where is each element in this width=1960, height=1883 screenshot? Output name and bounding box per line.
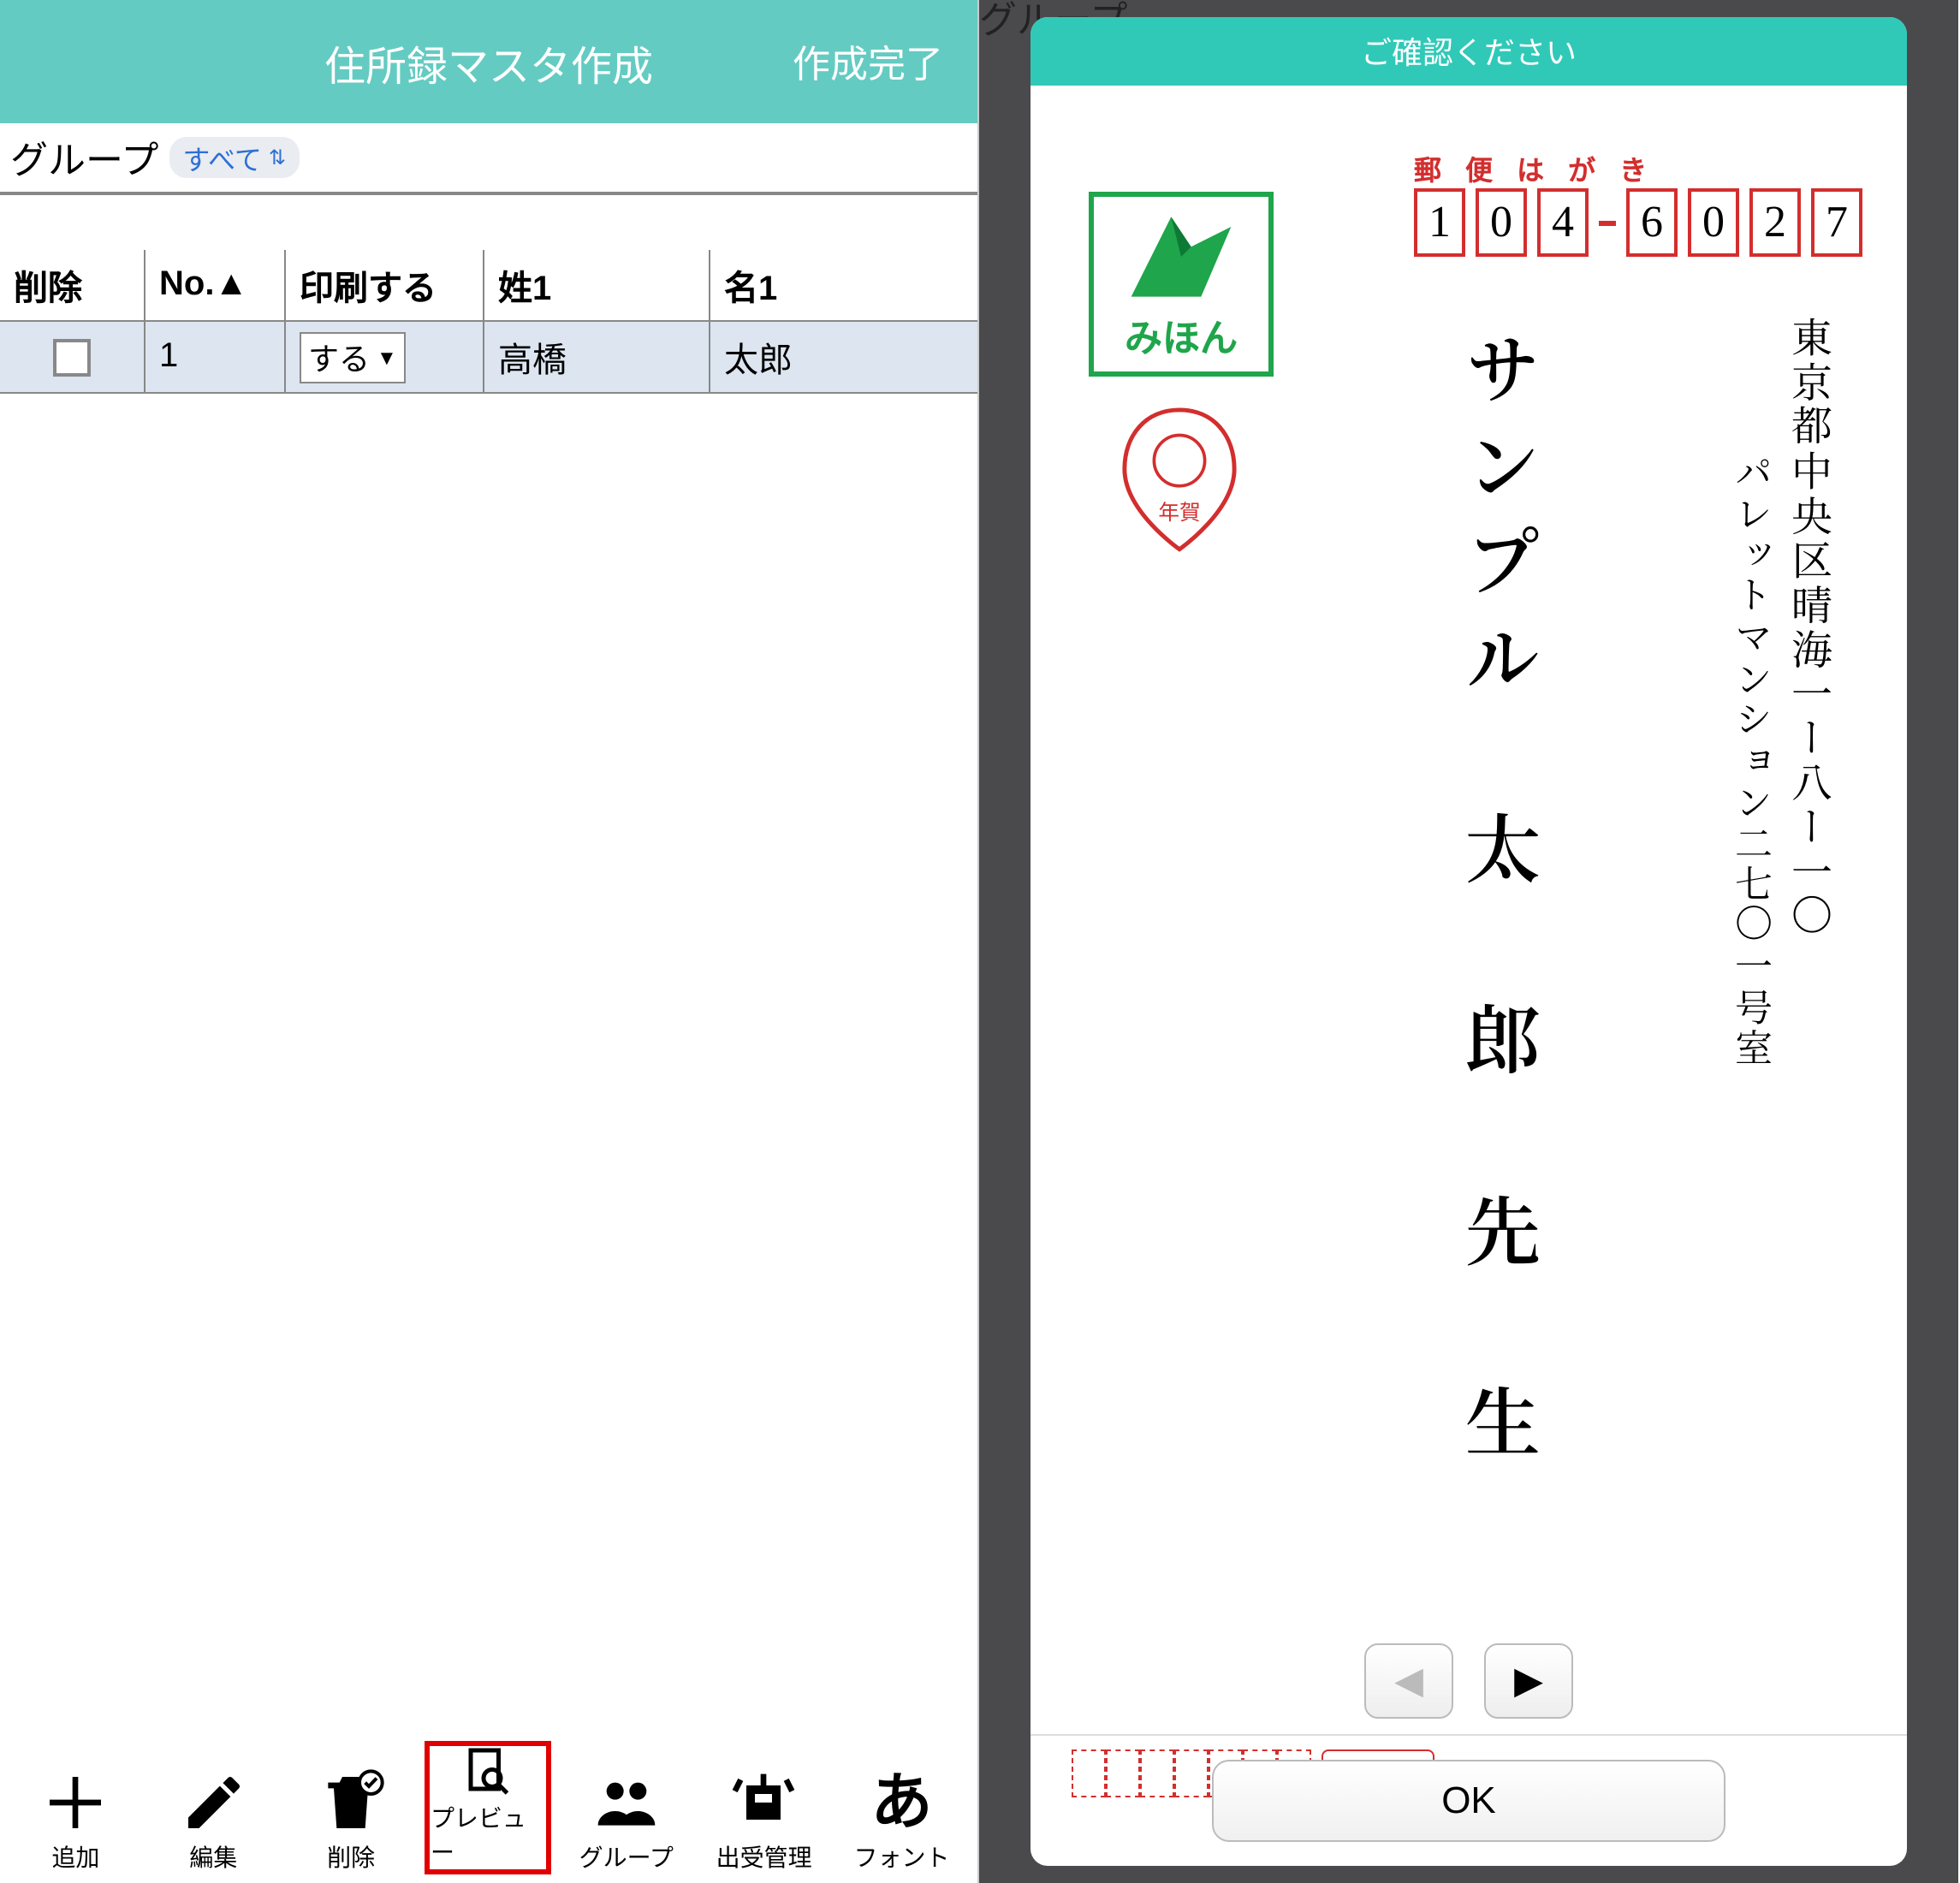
preview-panel: グループ ご確認ください みほん 年賀 郵 便 は が	[979, 0, 1958, 1883]
add-button[interactable]: 追加	[12, 1741, 139, 1874]
zip-dash	[1599, 220, 1616, 225]
page-title: 住所録マスタ作成	[324, 32, 653, 92]
col-no[interactable]: No.▲	[146, 250, 286, 320]
table-row[interactable]: 1 する ▼ 高橋 太郎	[0, 322, 977, 394]
pencil-icon	[179, 1768, 247, 1837]
ok-button[interactable]: OK	[1212, 1760, 1725, 1842]
row-mei: 太郎	[710, 322, 977, 392]
recipient-name: サンプル 太 郎 先 生	[1448, 329, 1558, 1479]
sendrecv-button[interactable]: 出受管理	[701, 1741, 828, 1874]
col-mei[interactable]: 名1	[710, 250, 977, 320]
nenga-mark-icon: 年賀	[1116, 411, 1243, 548]
group-label: グループ	[10, 130, 158, 185]
updown-icon: ⇅	[269, 147, 286, 168]
stamp: みほん	[1089, 192, 1274, 377]
zip-code: 1 0 4 6 0 2 7	[1414, 188, 1862, 257]
font-icon: あ	[867, 1768, 935, 1837]
preview-icon	[454, 1746, 523, 1797]
nav-arrows: ◀ ▶	[1030, 1643, 1907, 1719]
crane-icon	[1121, 205, 1241, 308]
address-line-2: パレットマンション二七〇一号室	[1727, 452, 1780, 1068]
plus-icon	[41, 1768, 110, 1837]
zip-digit: 6	[1626, 188, 1678, 257]
row-no: 1	[146, 322, 286, 392]
col-sei[interactable]: 姓1	[484, 250, 710, 320]
triangle-left-icon: ◀	[1394, 1659, 1423, 1703]
group-select[interactable]: すべて ⇅	[169, 137, 300, 178]
delete-button[interactable]: 削除	[288, 1741, 414, 1874]
print-value: する	[308, 335, 370, 379]
triangle-right-icon: ▶	[1514, 1659, 1543, 1703]
zip-digit: 4	[1537, 188, 1589, 257]
zip-digit: 0	[1476, 188, 1527, 257]
toolbar: 追加 編集 削除 プレビュー グループ 出受管理	[0, 1732, 977, 1883]
row-checkbox[interactable]	[53, 338, 91, 376]
address-line-1: 東京都中央区晴海一ー八ー一〇	[1782, 315, 1842, 938]
mailbox-icon	[730, 1768, 799, 1837]
row-sei: 高橋	[484, 322, 710, 392]
confirm-modal: ご確認ください みほん 年賀 郵 便 は が き	[1030, 17, 1907, 1866]
yubin-label: 郵 便 は が き	[1414, 147, 1647, 188]
col-print[interactable]: 印刷する	[286, 250, 484, 320]
group-button[interactable]: グループ	[563, 1741, 690, 1874]
zip-digit: 0	[1688, 188, 1739, 257]
next-button[interactable]: ▶	[1484, 1643, 1573, 1719]
address-master-panel: 住所録マスタ作成 作成完了 グループ すべて ⇅ 削除 No.▲ 印刷する 姓1…	[0, 0, 979, 1883]
zip-digit: 7	[1811, 188, 1862, 257]
done-button[interactable]: 作成完了	[793, 34, 943, 89]
trash-icon	[317, 1768, 385, 1837]
zip-digit: 1	[1414, 188, 1465, 257]
stamp-text: みほん	[1125, 308, 1238, 363]
svg-text:年賀: 年賀	[1158, 501, 1200, 525]
col-delete[interactable]: 削除	[0, 250, 146, 320]
preview-button[interactable]: プレビュー	[425, 1741, 552, 1874]
font-button[interactable]: あ フォント	[838, 1741, 965, 1874]
edit-button[interactable]: 編集	[150, 1741, 276, 1874]
group-filter-row: グループ すべて ⇅	[0, 123, 977, 192]
header: 住所録マスタ作成 作成完了	[0, 0, 977, 123]
group-value: すべて	[182, 137, 262, 178]
table-header: 削除 No.▲ 印刷する 姓1 名1	[0, 250, 977, 322]
print-select[interactable]: する ▼	[300, 331, 406, 383]
postcard-preview: みほん 年賀 郵 便 は が き 1 0 4 6	[1054, 110, 1883, 1842]
zip-digit: 2	[1749, 188, 1801, 257]
prev-button[interactable]: ◀	[1364, 1643, 1453, 1719]
modal-title: ご確認ください	[1030, 17, 1907, 86]
address-table: 削除 No.▲ 印刷する 姓1 名1 1 する ▼ 高橋 太郎	[0, 192, 977, 394]
group-icon	[592, 1768, 661, 1837]
chevron-down-icon: ▼	[377, 345, 397, 369]
